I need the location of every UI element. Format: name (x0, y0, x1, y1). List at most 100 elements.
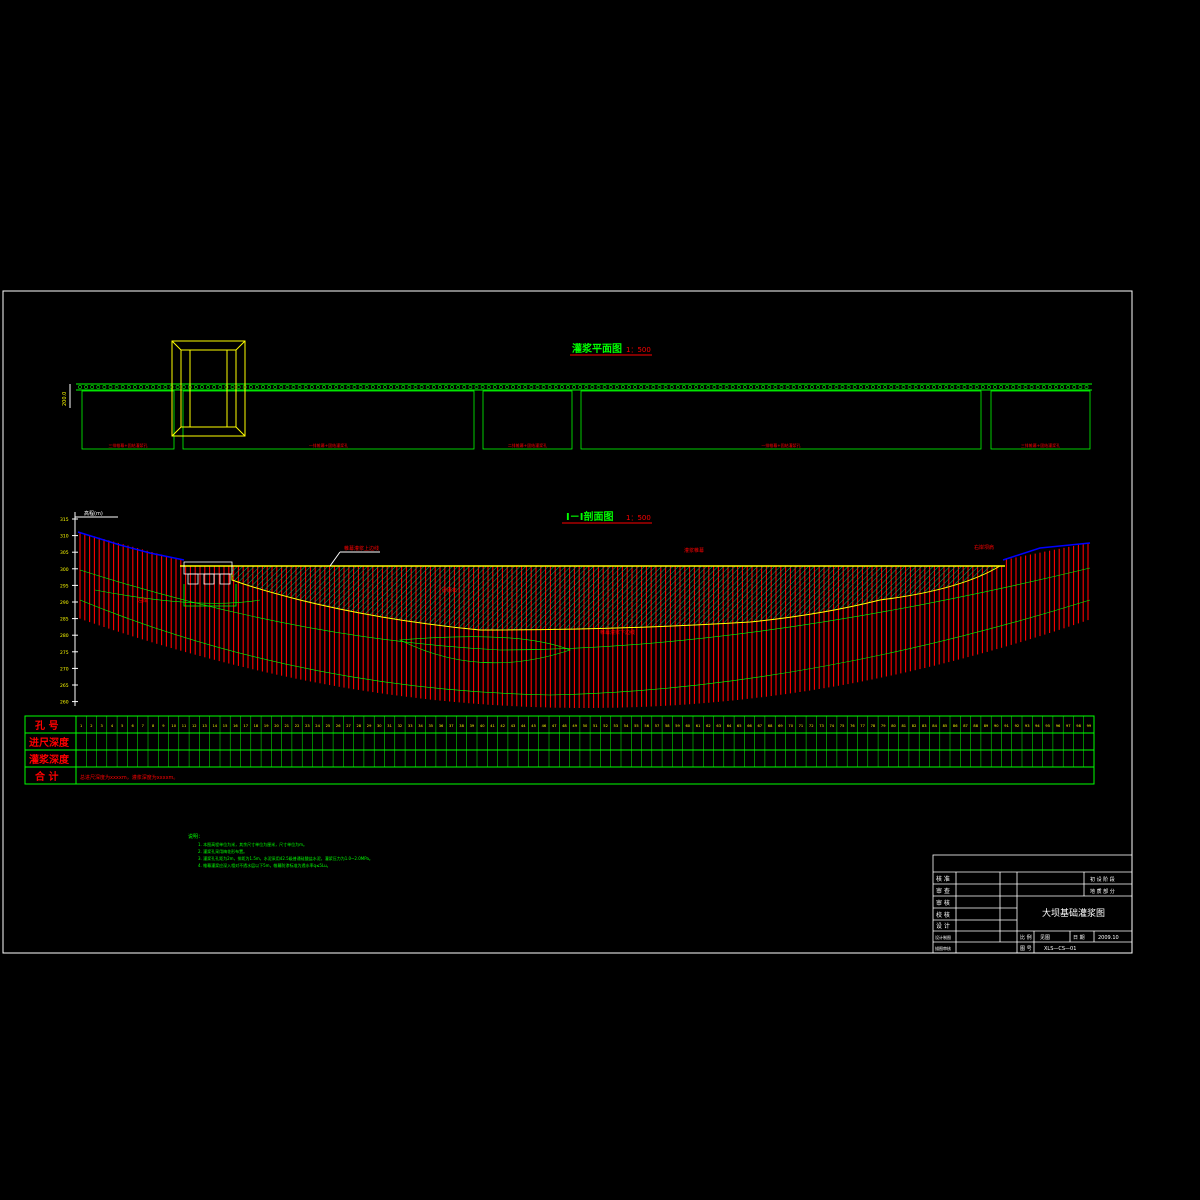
grout-hole (1066, 385, 1071, 389)
hole-number: 88 (973, 724, 978, 728)
grout-hole (389, 385, 394, 389)
grout-hole (407, 385, 412, 389)
annotation-core: 砂砾石 (442, 587, 457, 594)
grout-hole (889, 385, 894, 389)
hole-number: 70 (788, 724, 793, 728)
grout-hole (566, 385, 570, 389)
hole-number: 53 (614, 724, 619, 728)
hole-number: 24 (315, 724, 320, 728)
grout-hole (346, 385, 351, 389)
grout-hole (1011, 385, 1016, 389)
grout-hole (804, 385, 808, 389)
section-title: Ⅰ－Ⅰ剖面图 (566, 510, 613, 523)
elevation-tick-label: 310 (60, 534, 69, 540)
grout-hole (193, 385, 198, 389)
grout-hole (944, 385, 949, 389)
grout-hole (688, 385, 692, 389)
grout-hole (523, 385, 528, 389)
grout-hole (1023, 385, 1028, 389)
hole-number: 75 (840, 724, 845, 728)
grout-hole (498, 385, 503, 389)
core-fill (231, 565, 1002, 631)
hole-number: 92 (1015, 724, 1020, 728)
hole-number: 54 (624, 724, 629, 728)
grout-hole (267, 385, 272, 389)
grout-hole (1035, 385, 1040, 389)
hole-number: 93 (1025, 724, 1030, 728)
plan-zone-label: 一排帷幕+固结灌浆孔 (761, 442, 800, 448)
grout-hole (395, 385, 400, 389)
grout-hole (315, 385, 320, 389)
tb-stage: 初 设 阶 段 (1090, 876, 1115, 883)
grout-hole (511, 385, 515, 389)
grout-hole (340, 385, 345, 389)
grout-hole (328, 385, 333, 389)
grout-hole (968, 385, 973, 389)
hole-number: 96 (1056, 724, 1061, 728)
tb-row-4: 校 核 (936, 911, 950, 919)
annotation-dam-top: 帷幕灌浆上边线 (344, 545, 379, 552)
elevation-tick-label: 275 (60, 650, 69, 656)
elevation-axis-label: 高程(m) (84, 510, 103, 517)
hole-number: 3 (101, 724, 103, 728)
tb-date-value: 2009.10 (1098, 935, 1119, 941)
note-2: 2. 灌浆孔采用梅花形布置。 (198, 848, 247, 854)
grout-hole (987, 385, 991, 389)
grout-hole (883, 385, 888, 389)
grout-hole (90, 385, 95, 389)
plan-hole-row (78, 385, 1089, 389)
grout-hole (462, 385, 467, 389)
hole-number: 73 (819, 724, 824, 728)
grout-hole (291, 385, 296, 389)
plan-view: 灌浆平面图 1：500 200.0 三排帷幕+固结灌浆孔 一排帷幕+固结灌浆孔 二排… (62, 340, 1092, 450)
grout-hole (383, 385, 387, 389)
hole-number: 21 (285, 724, 290, 728)
hole-number: 49 (572, 724, 577, 728)
grout-hole (547, 385, 552, 389)
grout-hole (743, 385, 747, 389)
plan-zones: 三排帷幕+固结灌浆孔 一排帷幕+固结灌浆孔 二排帷幕+固结灌浆孔 一排帷幕+固结灌浆孔… (81, 390, 1091, 450)
hole-number: 67 (758, 724, 763, 728)
grout-hole (505, 385, 509, 389)
grout-hole (120, 385, 125, 389)
hole-number: 66 (747, 724, 752, 728)
note-4: 4. 帷幕灌浆应深入相对不透水层以下5m，帷幕防渗标准为透水率q≤5Lu。 (198, 862, 331, 868)
grout-hole (907, 385, 912, 389)
grout-hole (535, 385, 540, 389)
hole-number: 91 (1004, 724, 1009, 728)
grout-hole (84, 385, 89, 389)
hole-number: 80 (891, 724, 896, 728)
grout-hole (755, 385, 760, 389)
grout-hole (230, 385, 235, 389)
hole-number: 68 (768, 724, 773, 728)
grout-hole (553, 385, 558, 389)
grout-hole (145, 385, 150, 389)
tb-row-7: 描图审核 (935, 945, 951, 951)
grout-hole (901, 385, 906, 389)
grout-hole (572, 385, 577, 389)
tb-scale-value: 见图 (1040, 935, 1050, 941)
hole-number: 90 (994, 724, 999, 728)
hole-number: 25 (326, 724, 331, 728)
hole-number: 89 (984, 724, 989, 728)
hole-number: 11 (182, 724, 187, 728)
grout-hole (212, 385, 217, 389)
grout-hole (163, 385, 168, 389)
grout-hole (529, 385, 534, 389)
grout-hole (791, 385, 796, 389)
tb-no-label: 图 号 (1020, 946, 1032, 952)
annotation-bottom: 帷幕灌浆下边线 (600, 629, 635, 636)
plan-zone-box (990, 390, 1091, 450)
annotation-grout-curtain: 灌浆帷幕 (684, 547, 704, 554)
grout-hole (309, 385, 314, 389)
grout-hole (608, 385, 613, 389)
hole-number: 98 (1076, 724, 1081, 728)
grout-hole (273, 385, 278, 389)
tb-row-5: 设 计 (936, 922, 950, 930)
grout-hole (645, 385, 650, 389)
hole-number: 31 (387, 724, 392, 728)
grout-hole (279, 385, 284, 389)
grout-hole (596, 385, 601, 389)
hole-number: 69 (778, 724, 783, 728)
hole-number: 27 (346, 724, 351, 728)
